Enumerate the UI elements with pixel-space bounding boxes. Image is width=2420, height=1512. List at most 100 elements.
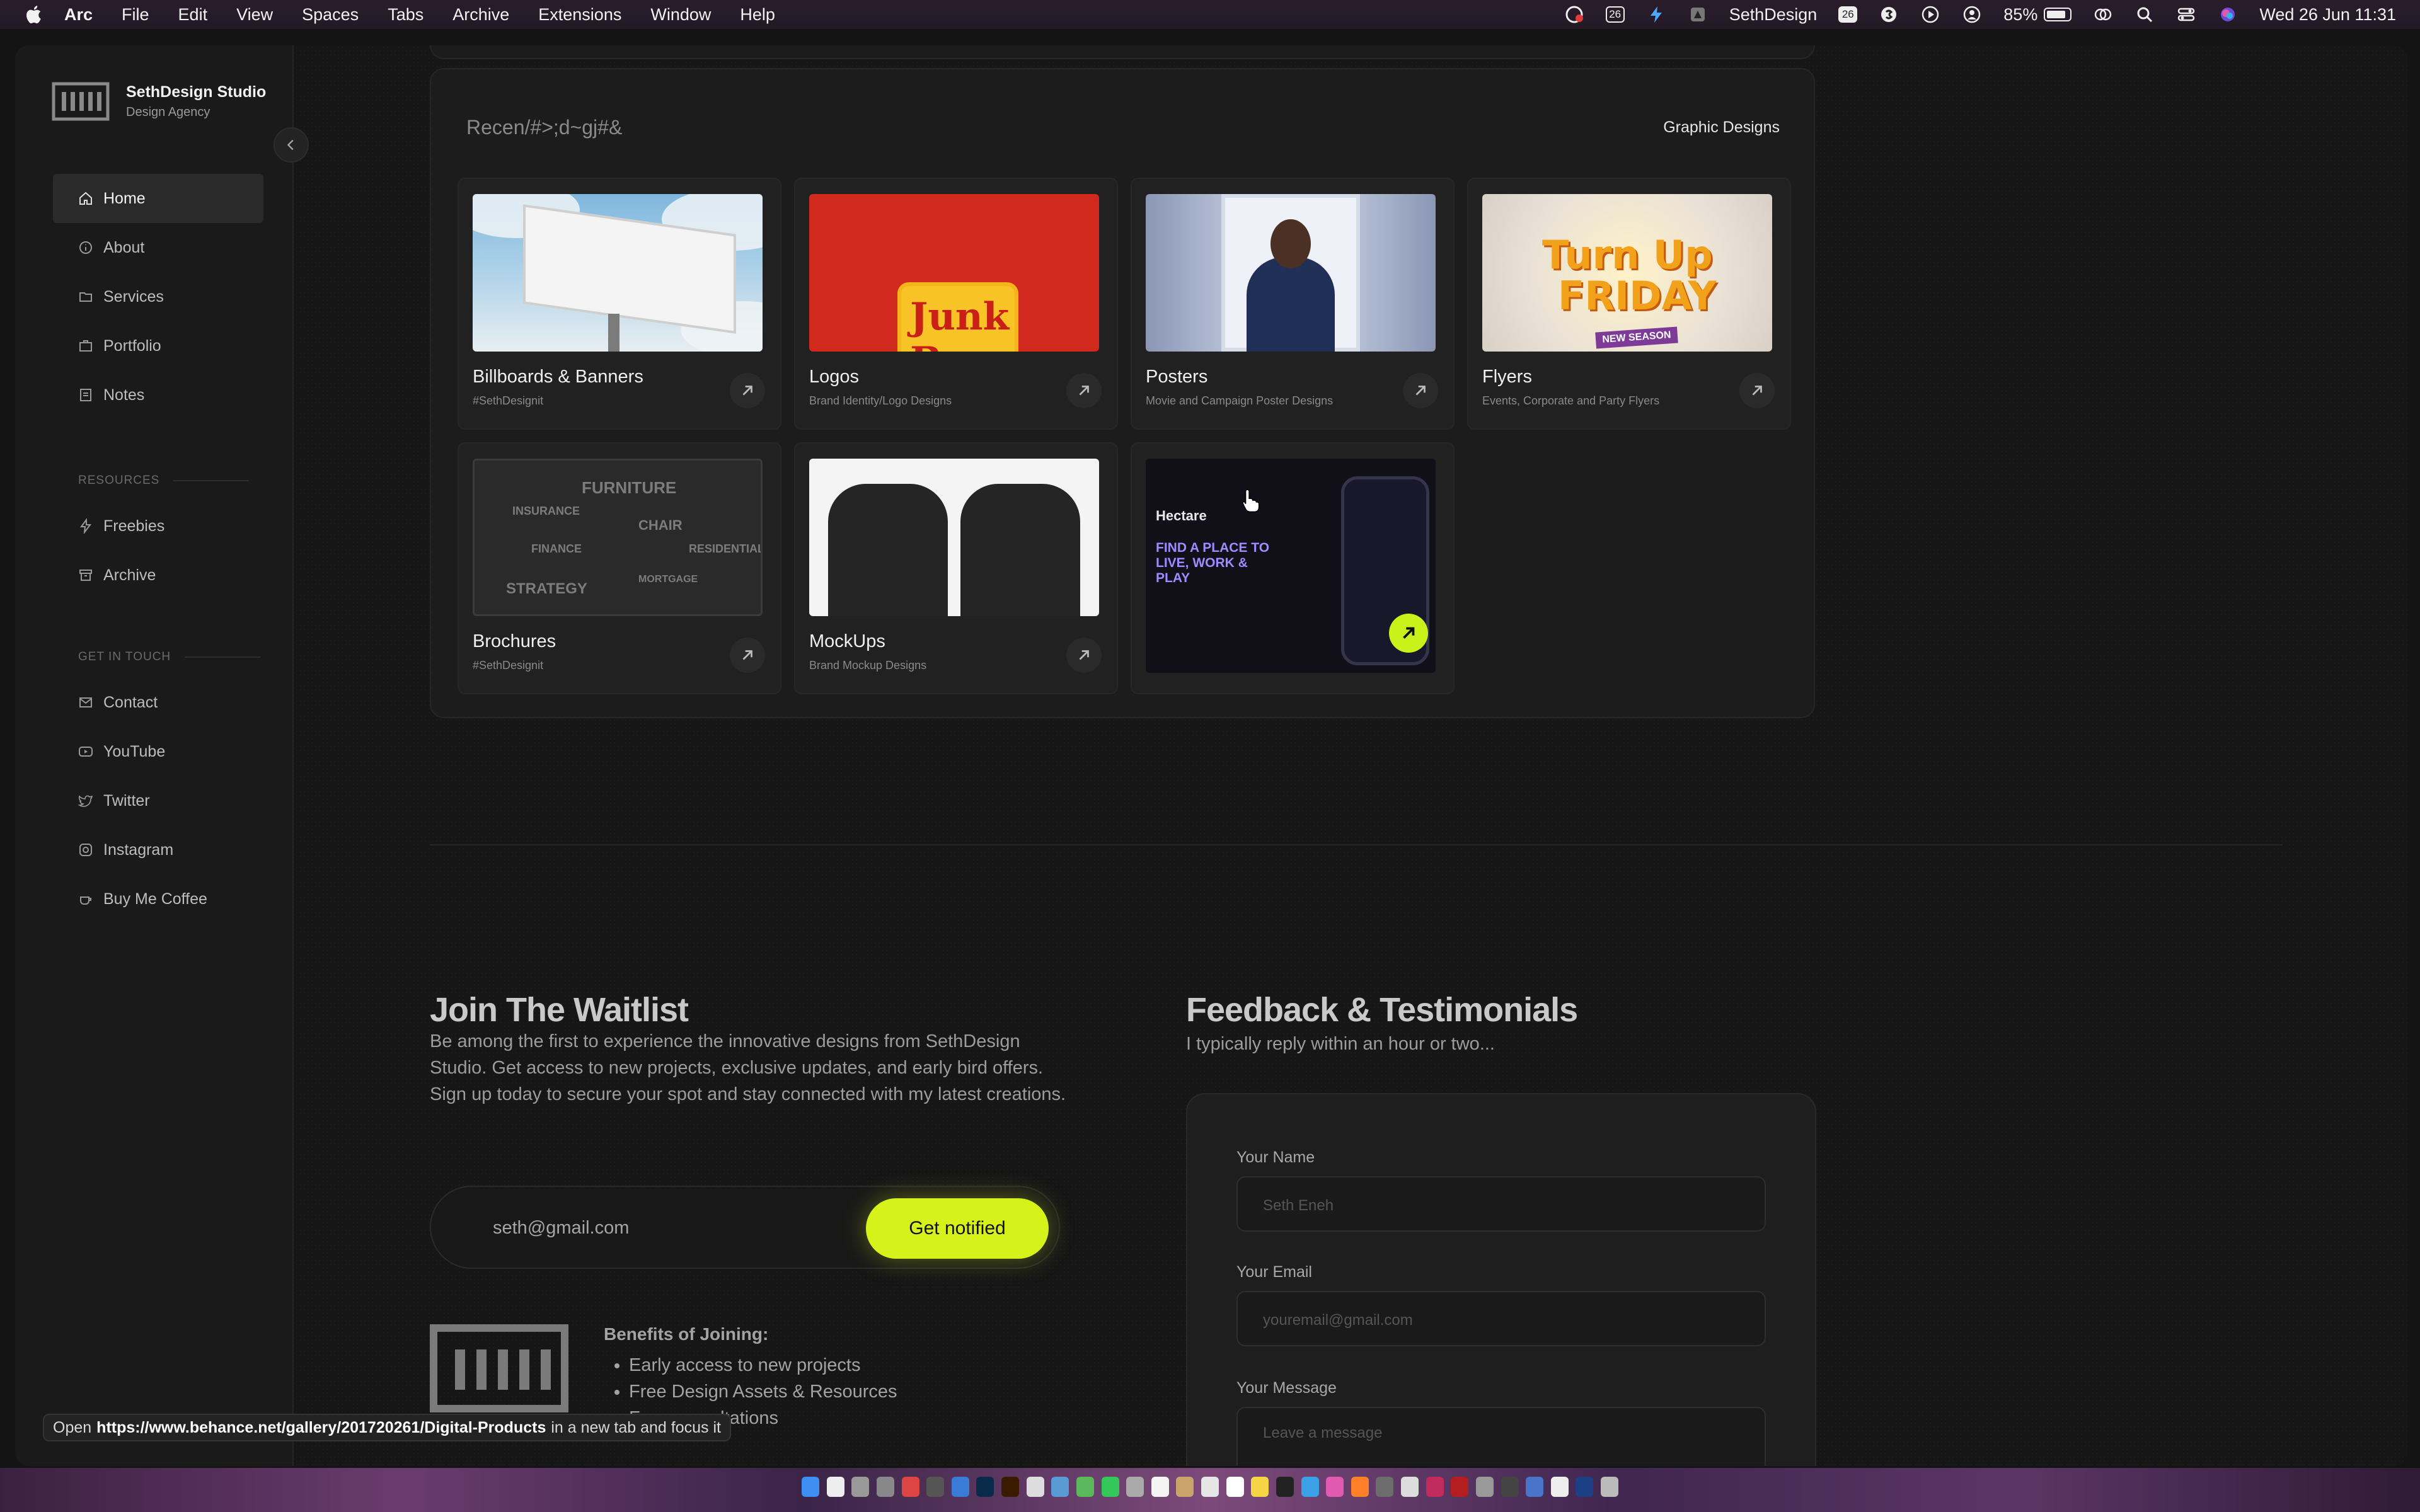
menu-help[interactable]: Help	[740, 5, 775, 25]
sidebar-item-youtube[interactable]: YouTube	[53, 727, 263, 776]
profile-badge[interactable]: 26	[1838, 6, 1858, 23]
sidebar-item-portfolio[interactable]: Portfolio	[53, 321, 263, 370]
brand-logo-icon	[52, 82, 110, 121]
app-icon[interactable]	[1201, 1477, 1219, 1497]
app-icon[interactable]	[1276, 1477, 1294, 1497]
app-icon[interactable]	[1126, 1477, 1144, 1497]
menu-window[interactable]: Window	[650, 5, 711, 25]
app-icon[interactable]	[1351, 1477, 1369, 1497]
sidebar-item-about[interactable]: About	[53, 223, 263, 272]
menu-spaces[interactable]: Spaces	[302, 5, 359, 25]
brochures-thumbnail: FURNITURE INSURANCE CHAIR FINANCE RESIDE…	[473, 459, 763, 616]
open-card-button[interactable]	[1066, 373, 1102, 408]
app-icon[interactable]	[1326, 1477, 1344, 1497]
app-icon[interactable]	[1176, 1477, 1194, 1497]
siri-icon[interactable]	[2218, 4, 2238, 25]
calendar-icon[interactable]: 26	[1605, 6, 1625, 23]
maps-icon[interactable]	[1076, 1477, 1094, 1497]
notion-icon[interactable]	[826, 1477, 844, 1497]
trash-icon[interactable]	[1601, 1477, 1618, 1497]
open-card-button[interactable]	[1403, 373, 1438, 408]
card-title: Flyers	[1482, 367, 1532, 387]
apple-logo-icon[interactable]	[24, 4, 45, 25]
messages-icon[interactable]	[1101, 1477, 1119, 1497]
mail-icon	[79, 697, 92, 707]
sidebar-item-instagram[interactable]: Instagram	[53, 825, 263, 874]
shazam-icon[interactable]	[1879, 4, 1899, 25]
card-flyers[interactable]: Turn Up FRIDAY NEW SEASON Flyers Events,…	[1467, 178, 1791, 430]
app-icon[interactable]	[1301, 1477, 1319, 1497]
app-icon[interactable]	[1026, 1477, 1044, 1497]
app-icon[interactable]	[1376, 1477, 1394, 1497]
graphic-designs-link[interactable]: Graphic Designs	[1663, 118, 1780, 137]
card-mockups[interactable]: MockUps Brand Mockup Designs	[794, 442, 1118, 694]
search-icon[interactable]	[2135, 4, 2155, 25]
message-field[interactable]	[1262, 1423, 1743, 1451]
status-prefix: Open	[53, 1418, 92, 1436]
app-tray-icon[interactable]	[1688, 4, 1708, 25]
sidebar-item-buy-me-coffee[interactable]: Buy Me Coffee	[53, 874, 263, 924]
app-icon[interactable]	[1226, 1477, 1244, 1497]
menu-app-name[interactable]: Arc	[64, 5, 93, 25]
illustrator-icon[interactable]	[1001, 1477, 1019, 1497]
app-icon[interactable]	[1426, 1477, 1444, 1497]
finder-icon[interactable]	[802, 1477, 819, 1497]
app-icon[interactable]	[1251, 1477, 1269, 1497]
card-brochures[interactable]: FURNITURE INSURANCE CHAIR FINANCE RESIDE…	[458, 442, 781, 694]
control-center-icon[interactable]	[2176, 4, 2196, 25]
app-icon[interactable]	[1401, 1477, 1419, 1497]
app-icon[interactable]	[1451, 1477, 1469, 1497]
email-field[interactable]	[1262, 1307, 1743, 1334]
menu-clock[interactable]: Wed 26 Jun 11:31	[2259, 5, 2396, 25]
sidebar-item-services[interactable]: Services	[53, 272, 263, 321]
app-icon[interactable]	[901, 1477, 919, 1497]
app-icon[interactable]	[1501, 1477, 1519, 1497]
app-icon[interactable]	[1550, 1477, 1569, 1497]
settings-icon[interactable]	[876, 1477, 894, 1497]
sidebar-item-home[interactable]: Home	[53, 174, 263, 223]
calendar-icon[interactable]	[1151, 1477, 1169, 1497]
menu-edit[interactable]: Edit	[178, 5, 208, 25]
open-card-button[interactable]	[730, 373, 765, 408]
bolt-icon[interactable]	[1646, 4, 1666, 25]
menu-extensions[interactable]: Extensions	[538, 5, 621, 25]
hectare-brand: Hectare	[1156, 508, 1207, 524]
battery-status[interactable]: 85%	[2003, 5, 2072, 25]
user-icon[interactable]	[1962, 4, 1982, 25]
profile-name[interactable]: SethDesign	[1729, 5, 1818, 25]
app-icon[interactable]	[1475, 1477, 1494, 1497]
get-notified-button[interactable]: Get notified	[866, 1198, 1049, 1259]
sidebar-item-notes[interactable]: Notes	[53, 370, 263, 420]
play-icon[interactable]	[1920, 4, 1940, 25]
open-card-button[interactable]	[1066, 638, 1102, 673]
app-icon[interactable]	[926, 1477, 945, 1497]
sidebar-item-contact[interactable]: Contact	[53, 678, 263, 727]
card-billboards[interactable]: Billboards & Banners #SethDesignit	[458, 178, 781, 430]
collapse-sidebar-button[interactable]	[274, 127, 309, 163]
menu-archive[interactable]: Archive	[452, 5, 509, 25]
app-icon[interactable]	[1526, 1477, 1544, 1497]
arc-icon[interactable]	[951, 1477, 969, 1497]
menu-tabs[interactable]: Tabs	[388, 5, 424, 25]
brand[interactable]: SethDesign Studio Design Agency	[52, 82, 266, 121]
sidebar-item-freebies[interactable]: Freebies	[53, 501, 263, 551]
card-logos[interactable]: Junk Box Logos Brand Identity/Logo Desig…	[794, 178, 1118, 430]
sidebar-item-twitter[interactable]: Twitter	[53, 776, 263, 825]
menu-view[interactable]: View	[236, 5, 273, 25]
menu-file[interactable]: File	[122, 5, 149, 25]
open-digital-products-button[interactable]	[1389, 614, 1428, 653]
app-icon[interactable]	[1576, 1477, 1594, 1497]
app-icon[interactable]	[1051, 1477, 1069, 1497]
screen-mirroring-icon[interactable]	[2093, 4, 2113, 25]
open-card-button[interactable]	[730, 638, 765, 673]
photoshop-icon[interactable]	[976, 1477, 994, 1497]
name-field[interactable]	[1262, 1193, 1743, 1219]
sidebar-item-archive[interactable]: Archive	[53, 551, 263, 600]
app-icon[interactable]	[851, 1477, 870, 1497]
card-posters[interactable]: Posters Movie and Campaign Poster Design…	[1131, 178, 1455, 430]
card-digital-products[interactable]: Hectare FIND A PLACE TO LIVE, WORK & PLA…	[1131, 442, 1455, 694]
creative-cloud-icon[interactable]	[1564, 4, 1584, 25]
open-card-button[interactable]	[1739, 373, 1775, 408]
panel-title: Recen/#>;d~gj#&	[466, 116, 623, 139]
waitlist-email-input[interactable]	[492, 1211, 847, 1245]
